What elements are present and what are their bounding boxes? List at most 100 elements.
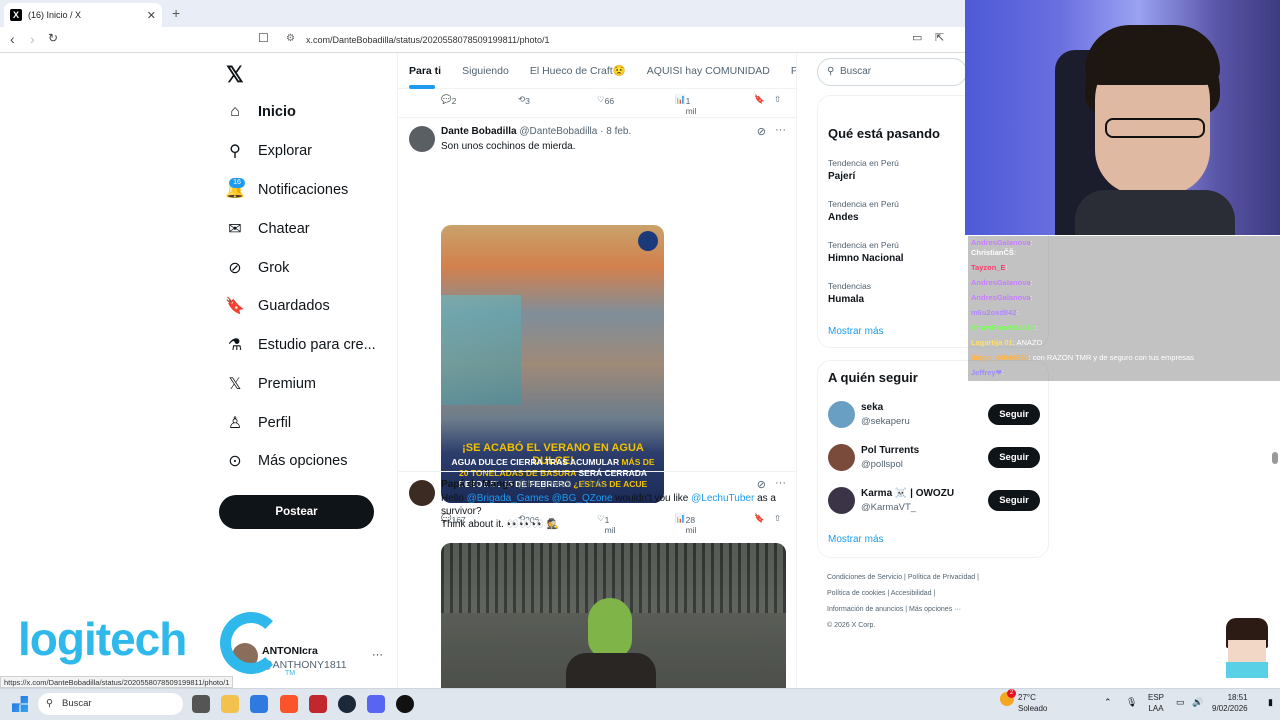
- account-more-icon[interactable]: ···: [372, 649, 383, 661]
- browser-tab[interactable]: X (16) Inicio / X ✕: [4, 3, 162, 27]
- x-logo-icon[interactable]: 𝕏: [226, 62, 244, 88]
- discord-icon[interactable]: [367, 695, 385, 713]
- chat-line: Tayzon_E:: [971, 263, 1008, 272]
- grok-icon[interactable]: ⊘: [757, 478, 766, 491]
- show-more-trends-link[interactable]: Mostrar más: [828, 326, 884, 337]
- author-handle[interactable]: @Mr_Invark: [517, 479, 572, 490]
- sidebar-item-estudio[interactable]: ⚗ Estudio para cre...: [226, 333, 376, 357]
- app-icon[interactable]: [309, 695, 327, 713]
- reply-button[interactable]: 💬 2: [441, 94, 456, 106]
- url-text: x.com/DanteBobadilla/status/202055807850…: [306, 35, 550, 45]
- sidebar-item-guardados[interactable]: 🔖 Guardados: [225, 294, 330, 318]
- sidebar-item-mas-opciones[interactable]: ⊙ Más opciones: [226, 449, 347, 473]
- tweet[interactable]: Dante Bobadilla @DanteBobadilla · 8 feb.…: [398, 117, 796, 535]
- tab-aquisi[interactable]: AQUISI hay COMUNIDAD: [647, 65, 770, 77]
- tweet-image[interactable]: ¡SE ACABÓ EL VERANO EN AGUA DULCE! AGUA …: [441, 225, 664, 503]
- trend-item[interactable]: Tendencia en Perú Andes: [828, 199, 899, 223]
- mail-icon: ✉: [228, 221, 242, 238]
- avatar[interactable]: [409, 126, 435, 152]
- bookmark-tweet-icon[interactable]: 🔖: [754, 94, 765, 105]
- tab-hueco-de-craft[interactable]: El Hueco de Craft😟: [530, 64, 626, 77]
- sidebar-item-premium[interactable]: 𝕏 Premium: [226, 372, 316, 396]
- notifications-icon[interactable]: ▮: [1268, 697, 1273, 708]
- footer-link[interactable]: Política de cookies: [827, 590, 885, 597]
- tab-para-ti[interactable]: Para ti: [409, 65, 441, 77]
- sidebar-item-explorar[interactable]: ⚲ Explorar: [226, 139, 312, 163]
- close-tab-icon[interactable]: ✕: [147, 9, 156, 22]
- file-explorer-icon[interactable]: [221, 695, 239, 713]
- tweet-date[interactable]: · 8 feb.: [575, 479, 606, 490]
- back-icon[interactable]: ‹: [10, 31, 15, 47]
- store-icon[interactable]: [250, 695, 268, 713]
- post-button[interactable]: Postear: [219, 495, 374, 529]
- author-name[interactable]: Papá de Mango: [441, 479, 514, 490]
- share-tweet-icon[interactable]: ⇧: [774, 94, 781, 105]
- tweet[interactable]: Papá de Mango @Mr_Invark · 8 feb. ⊘ ··· …: [398, 471, 796, 688]
- grok-icon[interactable]: ⊘: [757, 125, 766, 138]
- footer-link[interactable]: Información de anuncios: [827, 606, 903, 613]
- mention-link[interactable]: @BG_QZone: [552, 493, 613, 504]
- tweet-more-icon[interactable]: ···: [775, 124, 786, 136]
- repost-button[interactable]: ⟲ 3: [518, 94, 530, 106]
- network-icon[interactable]: ▭: [1176, 697, 1185, 708]
- clock[interactable]: 18:51 9/02/2026: [1212, 692, 1248, 714]
- tweet-video[interactable]: [441, 543, 786, 688]
- taskbar-search[interactable]: ⚲ Buscar: [38, 693, 183, 715]
- url-field[interactable]: ⚙ x.com/DanteBobadilla/status/2020558078…: [280, 30, 970, 50]
- who-to-follow-card: A quién seguir seka @sekaperu Seguir Pol…: [817, 360, 1049, 558]
- follow-button[interactable]: Seguir: [988, 490, 1040, 511]
- follow-suggestion[interactable]: Pol Turrents @pollspol Seguir: [828, 444, 1040, 474]
- mention-link[interactable]: @LechuTuber: [691, 493, 754, 504]
- tweet-date[interactable]: · 8 feb.: [600, 126, 631, 137]
- sidebar-item-grok[interactable]: ⊘ Grok: [226, 256, 289, 280]
- author-handle[interactable]: @DanteBobadilla: [519, 126, 597, 137]
- avatar[interactable]: [409, 480, 435, 506]
- microphone-icon[interactable]: 🎙: [1126, 697, 1137, 708]
- new-tab-icon[interactable]: +: [172, 5, 180, 21]
- tab-siguiendo[interactable]: Siguiendo: [462, 65, 509, 77]
- chat-line: AndresGalanova:: [971, 278, 1033, 287]
- search-input[interactable]: ⚲ Buscar: [817, 58, 967, 86]
- trend-item[interactable]: Tendencia en Perú Himno Nacional: [828, 240, 904, 264]
- weather-widget[interactable]: 2 27°C Soleado: [1000, 689, 1047, 714]
- share-icon[interactable]: ⇱: [935, 31, 944, 44]
- reload-icon[interactable]: ↻: [48, 31, 58, 45]
- footer-link[interactable]: Más opciones ···: [909, 606, 961, 613]
- steam-icon[interactable]: [338, 695, 356, 713]
- trend-item[interactable]: Tendencia en Perú Pajerí: [828, 158, 899, 182]
- views-button[interactable]: 📊 1 mil: [675, 94, 696, 116]
- mascot-shirt: [1226, 662, 1268, 678]
- follow-suggestion[interactable]: Karma ☠️ | OWOZU @KarmaVT_ Seguir: [828, 487, 1040, 517]
- brave-browser-icon[interactable]: [280, 695, 298, 713]
- avatar[interactable]: [828, 487, 855, 514]
- sidebar-item-inicio[interactable]: ⌂ Inicio: [226, 100, 296, 124]
- show-more-follow-link[interactable]: Mostrar más: [828, 534, 884, 545]
- forward-icon[interactable]: ›: [30, 31, 35, 47]
- footer-link[interactable]: Condiciones de Servicio: [827, 574, 902, 581]
- scrollbar-thumb[interactable]: [1272, 452, 1278, 464]
- footer-link[interactable]: Política de Privacidad: [908, 574, 975, 581]
- tab-more[interactable]: Pa: [791, 65, 796, 77]
- follow-button[interactable]: Seguir: [988, 404, 1040, 425]
- obs-icon[interactable]: [396, 695, 414, 713]
- avatar[interactable]: [828, 444, 855, 471]
- language-indicator[interactable]: ESP LAA: [1148, 692, 1164, 714]
- cast-icon[interactable]: ▭: [912, 31, 922, 44]
- avatar[interactable]: [828, 401, 855, 428]
- bookmark-page-icon[interactable]: ☐: [258, 31, 269, 45]
- trend-item[interactable]: Tendencias Humala: [828, 281, 871, 305]
- volume-icon[interactable]: 🔊: [1192, 697, 1203, 708]
- stream-chat: AndresGalanova: ChristianČŠ: Tayzon_E: A…: [968, 236, 1280, 381]
- footer-link[interactable]: Accesibilidad: [891, 590, 932, 597]
- tray-expand-icon[interactable]: ⌃: [1104, 697, 1112, 708]
- tweet-more-icon[interactable]: ···: [775, 477, 786, 489]
- sidebar-item-perfil[interactable]: ♙ Perfil: [226, 411, 291, 435]
- sidebar-item-chatear[interactable]: ✉ Chatear: [226, 217, 309, 241]
- task-view-icon[interactable]: [192, 695, 210, 713]
- author-name[interactable]: Dante Bobadilla: [441, 126, 517, 137]
- site-info-icon[interactable]: ⚙: [286, 33, 295, 44]
- follow-button[interactable]: Seguir: [988, 447, 1040, 468]
- like-button[interactable]: ♡ 66: [597, 94, 614, 106]
- follow-suggestion[interactable]: seka @sekaperu Seguir: [828, 401, 1040, 431]
- mention-link[interactable]: @Brigada_Games: [467, 493, 549, 504]
